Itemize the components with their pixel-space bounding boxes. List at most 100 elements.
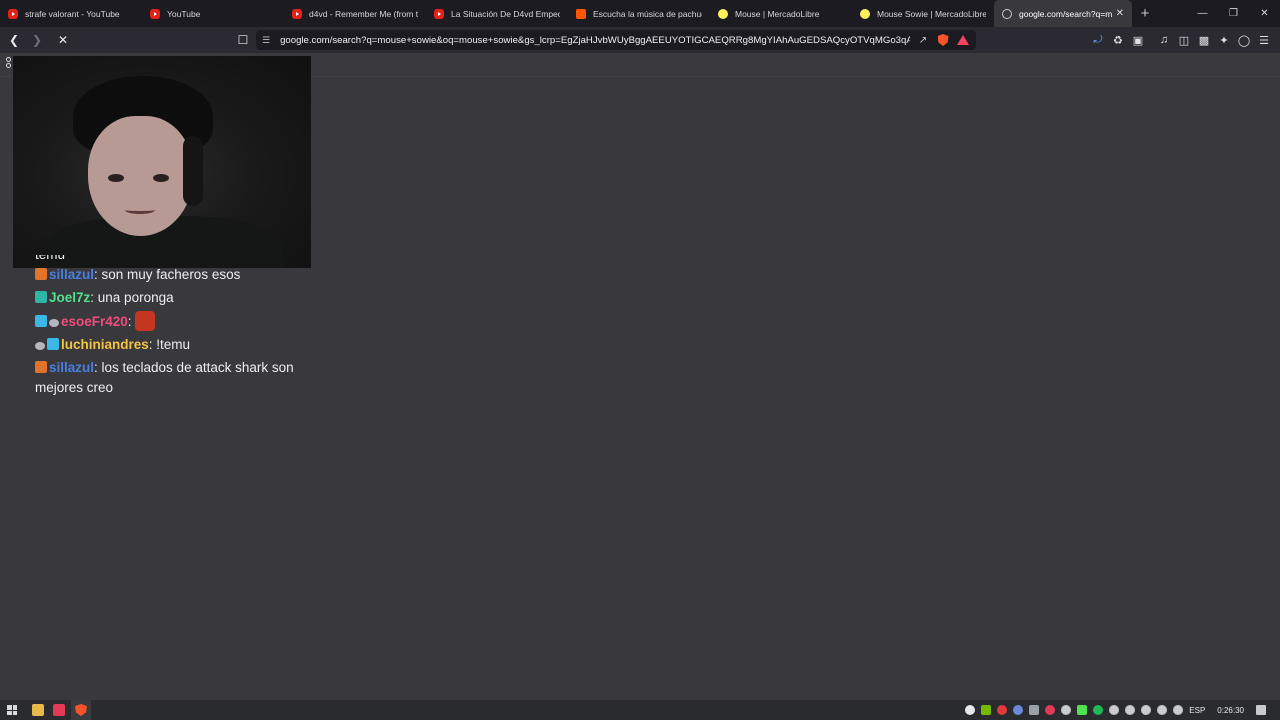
extensions-area: ⤾ ♻ ▣ ♫ ◫ ▩ ✦ ◯ ☰ <box>1088 30 1274 50</box>
tab[interactable]: Mouse | MercadoLibre <box>710 0 852 27</box>
tab-title: google.com/search?q=mo <box>1019 8 1112 19</box>
system-tray: ESP 0:26:30 <box>965 700 1280 720</box>
tab-title: Escucha la música de pachuda <box>593 8 702 19</box>
globe-icon <box>1002 8 1012 19</box>
chat-username: luchiniandres <box>61 337 149 352</box>
tab-title: strafe valorant - YouTube <box>25 8 120 19</box>
vpn-app-icon[interactable] <box>53 704 65 716</box>
badge-icon <box>35 315 47 327</box>
chat-overlay: temu sillazul: son muy facheros esosJoel… <box>35 255 315 401</box>
chat-text: : <box>127 314 132 329</box>
spotify-icon[interactable] <box>1093 705 1104 715</box>
screenshot-icon[interactable]: ▣ <box>1128 34 1148 47</box>
wallet-icon[interactable]: ▩ <box>1194 34 1214 47</box>
tab-title: La Situación De D4vd Empeoró <box>451 8 560 19</box>
back-icon[interactable]: ❮ <box>4 30 24 50</box>
forward-icon[interactable]: ❯ <box>27 30 47 50</box>
chat-text: : son muy facheros esos <box>94 267 241 282</box>
tab[interactable]: YouTube <box>142 0 284 27</box>
chat-message: sillazul: los teclados de attack shark s… <box>35 358 315 398</box>
stop-loading-icon[interactable]: ✕ <box>53 30 73 50</box>
language-indicator[interactable]: ESP <box>1189 706 1205 715</box>
tab[interactable]: strafe valorant - YouTube <box>0 0 142 27</box>
obs-icon[interactable] <box>965 705 976 715</box>
brave-icon <box>75 704 87 716</box>
brave-rewards-icon[interactable] <box>956 33 970 47</box>
vpn-tray-icon[interactable] <box>1045 705 1056 715</box>
mercadolibre-icon <box>860 8 870 19</box>
chat-message: sillazul: son muy facheros esos <box>35 265 315 285</box>
microphone-icon[interactable] <box>1109 705 1120 715</box>
volume-icon[interactable] <box>1173 705 1184 715</box>
green-app-icon[interactable] <box>1077 705 1088 715</box>
navigation-toolbar: ❮ ❯ ✕ ☐ ☰ google.com/search?q=mouse+sowi… <box>0 27 1280 53</box>
menu-icon[interactable]: ☰ <box>1254 34 1274 47</box>
close-tab-icon[interactable]: ✕ <box>1116 8 1124 19</box>
windows-start-icon[interactable] <box>7 705 17 715</box>
tab[interactable]: Escucha la música de pachuda <box>568 0 710 27</box>
controller-icon[interactable] <box>1125 705 1136 715</box>
badge-icon <box>47 338 59 350</box>
chain-icon[interactable] <box>6 57 12 69</box>
chat-message: esoeFr420: <box>35 311 315 332</box>
record-icon[interactable] <box>997 705 1008 715</box>
tab[interactable]: google.com/search?q=mo ✕ <box>994 0 1132 27</box>
badge-icon <box>35 268 47 280</box>
restore-icon[interactable]: ❐ <box>1218 0 1249 27</box>
badge-icon <box>35 291 47 303</box>
share-icon[interactable]: ↗ <box>916 33 930 47</box>
tab-title: YouTube <box>167 8 201 19</box>
leo-ai-icon[interactable]: ✦ <box>1214 34 1234 47</box>
audio-icon[interactable]: ⤾ <box>1088 34 1108 47</box>
chat-text: : una poronga <box>90 290 174 305</box>
badge-icon <box>49 319 59 327</box>
tab-title: Mouse | MercadoLibre <box>735 8 820 19</box>
tab[interactable]: Mouse Sowie | MercadoLibre <box>852 0 994 27</box>
chat-message: luchiniandres: !temu <box>35 335 315 355</box>
close-window-icon[interactable]: ✕ <box>1249 0 1280 27</box>
tab[interactable]: d4vd - Remember Me (from th <box>284 0 426 27</box>
mercadolibre-icon <box>718 8 728 19</box>
youtube-icon <box>150 8 160 19</box>
chat-text: : !temu <box>148 337 191 352</box>
app-icon[interactable] <box>1013 705 1024 715</box>
steam-icon[interactable] <box>1141 705 1152 715</box>
window-controls: — ❐ ✕ <box>1187 0 1280 27</box>
url-text[interactable]: google.com/search?q=mouse+sowie&oq=mouse… <box>280 35 910 46</box>
youtube-icon <box>292 8 302 19</box>
chat-username: sillazul <box>49 267 95 282</box>
new-tab-icon[interactable]: + <box>1136 5 1154 23</box>
site-settings-icon[interactable]: ☰ <box>262 35 270 46</box>
badge-icon <box>35 342 45 350</box>
media-icon[interactable]: ♫ <box>1154 34 1174 46</box>
chat-username: esoeFr420 <box>61 314 128 329</box>
chat-cut-line: temu <box>35 255 315 265</box>
bookmark-icon[interactable]: ☐ <box>233 30 253 50</box>
youtube-icon <box>8 8 18 19</box>
taskbar-brave-active[interactable] <box>71 700 91 720</box>
pin-icon[interactable] <box>1061 705 1072 715</box>
address-bar[interactable]: ☰ google.com/search?q=mouse+sowie&oq=mou… <box>256 30 976 50</box>
chat-username: sillazul <box>49 360 95 375</box>
badge-icon <box>35 361 47 373</box>
brave-shields-icon[interactable] <box>936 33 950 47</box>
notifications-icon[interactable] <box>1256 705 1266 715</box>
extensions-icon[interactable]: ♻ <box>1108 34 1128 47</box>
nvidia-icon[interactable] <box>981 705 992 715</box>
vpn-icon[interactable]: ◯ <box>1234 34 1254 47</box>
webcam-overlay <box>13 56 311 268</box>
tab[interactable]: La Situación De D4vd Empeoró <box>426 0 568 27</box>
minimize-icon[interactable]: — <box>1187 0 1218 27</box>
tab-title: d4vd - Remember Me (from th <box>309 8 418 19</box>
sidebar-icon[interactable]: ◫ <box>1174 34 1194 47</box>
chat-message: Joel7z: una poronga <box>35 288 315 308</box>
file-explorer-icon[interactable] <box>32 704 44 716</box>
taskbar: ESP 0:26:30 <box>0 700 1280 720</box>
monitor-icon[interactable] <box>1029 705 1040 715</box>
tab-strip: strafe valorant - YouTube YouTube d4vd - R… <box>0 0 1280 27</box>
network-icon[interactable] <box>1157 705 1168 715</box>
chat-username: Joel7z <box>49 290 91 305</box>
clock[interactable]: 0:26:30 <box>1217 706 1244 715</box>
soundcloud-icon <box>576 8 586 19</box>
tab-title: Mouse Sowie | MercadoLibre <box>877 8 986 19</box>
